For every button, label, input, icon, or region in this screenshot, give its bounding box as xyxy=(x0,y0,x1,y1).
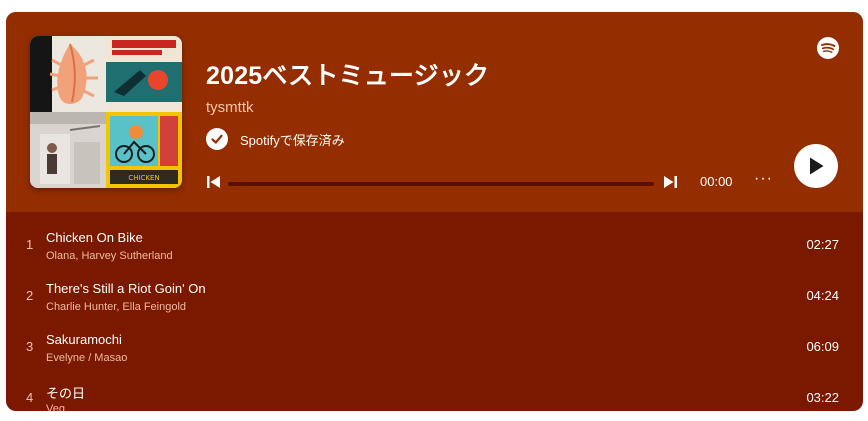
track-title[interactable]: Sakuramochi xyxy=(46,332,122,347)
track-title[interactable]: There's Still a Riot Goin' On xyxy=(46,281,206,296)
cover-tile-chicken-on-bike: CHICKEN xyxy=(106,112,182,188)
next-track-icon[interactable] xyxy=(662,174,678,190)
track-row[interactable]: 3 Sakuramochi Evelyne / Masao 06:09 xyxy=(6,324,863,375)
track-list: 1 Chicken On Bike Olana, Harvey Sutherla… xyxy=(6,222,863,411)
playlist-title[interactable]: 2025ベストミュージック xyxy=(206,56,489,92)
track-row[interactable]: 4 その日 Veg 03:22 xyxy=(6,375,863,411)
track-artist[interactable]: Veg xyxy=(46,403,65,411)
playback-controls: 00:00 ··· xyxy=(206,170,846,196)
cover-tile-seashell xyxy=(30,36,106,112)
svg-text:CHICKEN: CHICKEN xyxy=(128,174,159,182)
saved-label: Spotifyで保存済み xyxy=(240,132,345,148)
track-artist[interactable]: Charlie Hunter, Ella Feingold xyxy=(46,301,186,313)
playlist-owner[interactable]: tysmttk xyxy=(206,99,254,116)
player-header: CHICKEN 2025ベストミュージック tysmttk Spotifyで保存… xyxy=(6,12,863,212)
track-title[interactable]: Chicken On Bike xyxy=(46,230,143,245)
track-number: 2 xyxy=(26,288,34,303)
track-title[interactable]: その日 xyxy=(46,383,85,402)
track-row[interactable]: 1 Chicken On Bike Olana, Harvey Sutherla… xyxy=(6,222,863,273)
track-duration: 06:09 xyxy=(806,339,839,354)
previous-track-icon[interactable] xyxy=(206,174,222,190)
track-number: 1 xyxy=(26,237,34,252)
spotify-embed-player: CHICKEN 2025ベストミュージック tysmttk Spotifyで保存… xyxy=(6,12,863,411)
track-duration: 02:27 xyxy=(806,237,839,252)
track-row[interactable]: 2 There's Still a Riot Goin' On Charlie … xyxy=(6,273,863,324)
track-duration: 04:24 xyxy=(806,288,839,303)
track-duration: 03:22 xyxy=(806,390,839,405)
checkmark-icon[interactable] xyxy=(206,128,228,150)
saved-status[interactable]: Spotifyで保存済み xyxy=(206,127,345,151)
play-icon xyxy=(810,157,824,175)
elapsed-time: 00:00 xyxy=(700,174,733,189)
cover-tile-sakuramochi xyxy=(30,112,106,188)
progress-bar[interactable] xyxy=(228,182,654,186)
track-number: 3 xyxy=(26,339,34,354)
track-number: 4 xyxy=(26,390,34,405)
track-artist[interactable]: Evelyne / Masao xyxy=(46,352,127,364)
spotify-logo-icon[interactable] xyxy=(817,37,839,59)
cover-tile-different-strokes xyxy=(106,36,182,112)
playlist-cover[interactable]: CHICKEN xyxy=(30,36,182,188)
track-artist[interactable]: Olana, Harvey Sutherland xyxy=(46,250,173,262)
more-options-icon[interactable]: ··· xyxy=(754,170,774,187)
play-button[interactable] xyxy=(794,144,838,188)
